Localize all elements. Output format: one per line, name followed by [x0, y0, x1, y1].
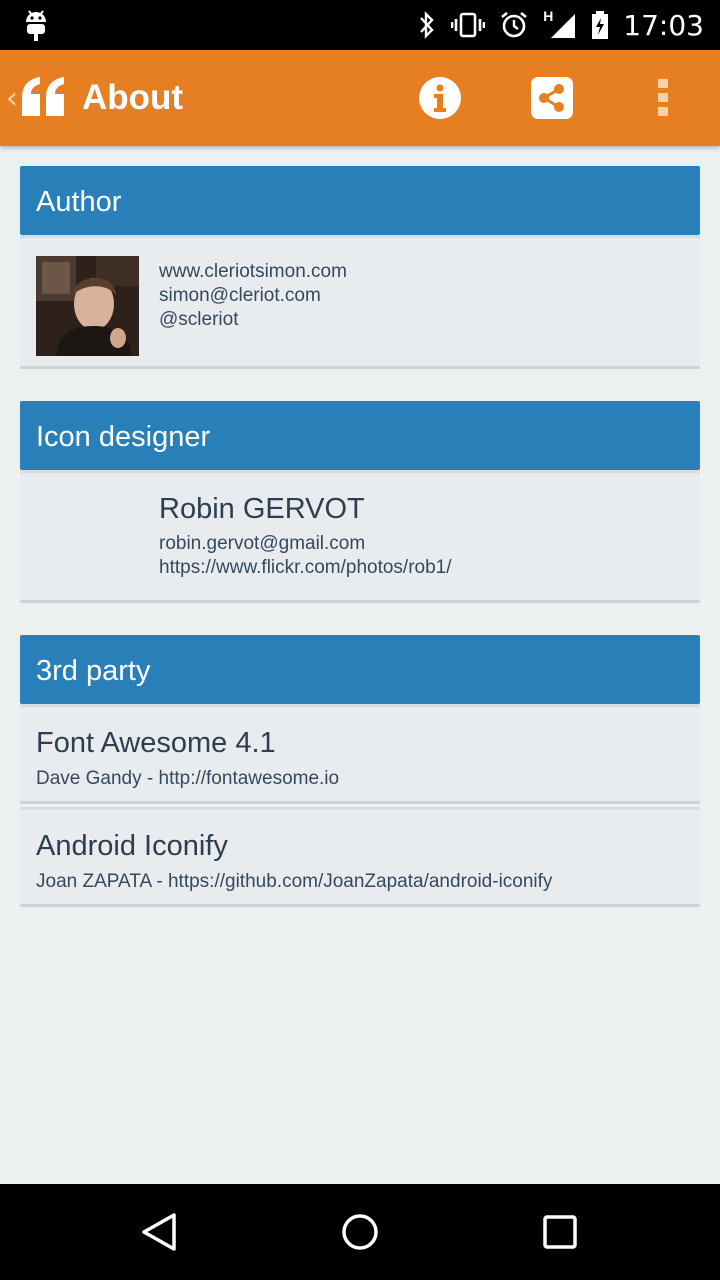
page-title: About: [82, 78, 184, 117]
author-website-link[interactable]: www.cleriotsimon.com: [159, 260, 347, 284]
third-party-section-header: 3rd party: [20, 635, 700, 704]
share-icon: [531, 77, 573, 119]
library-description: Joan ZAPATA - https://github.com/JoanZap…: [36, 871, 553, 892]
author-contact: www.cleriotsimon.com simon@cleriot.com @…: [159, 260, 347, 332]
share-button[interactable]: [531, 77, 573, 119]
library-description: Dave Gandy - http://fontawesome.io: [36, 768, 340, 789]
author-section-header: Author: [20, 166, 700, 235]
quote-left-icon: [20, 76, 68, 121]
author-avatar: [36, 256, 139, 356]
recents-icon: [543, 1215, 577, 1249]
info-button[interactable]: [419, 77, 461, 119]
icon-designer-section-header: Icon designer: [20, 401, 700, 470]
designer-flickr-link[interactable]: https://www.flickr.com/photos/rob1/: [159, 556, 452, 580]
icon-designer-card: Robin GERVOT robin.gervot@gmail.com http…: [20, 470, 700, 603]
author-card: www.cleriotsimon.com simon@cleriot.com @…: [20, 235, 700, 369]
library-item-android-iconify[interactable]: Android Iconify Joan ZAPATA - https://gi…: [20, 807, 700, 907]
library-name: Android Iconify: [36, 830, 228, 862]
home-icon: [342, 1214, 378, 1250]
overflow-menu-icon: [658, 79, 668, 116]
library-name: Font Awesome 4.1: [36, 727, 276, 759]
vibrate-icon: [451, 10, 486, 40]
recents-button[interactable]: [540, 1212, 580, 1252]
android-debug-icon: [24, 8, 48, 47]
chevron-left-icon: ‹: [6, 80, 18, 116]
alarm-icon: [499, 10, 529, 40]
up-button[interactable]: ‹: [6, 50, 68, 146]
home-button[interactable]: [340, 1212, 380, 1252]
action-bar: ‹ About: [0, 50, 720, 146]
designer-contact: robin.gervot@gmail.com https://www.flick…: [159, 532, 452, 580]
bluetooth-icon: [417, 10, 437, 40]
about-content: Author www.cleriotsimon.com simon@clerio…: [20, 166, 700, 910]
designer-email-link[interactable]: robin.gervot@gmail.com: [159, 532, 452, 556]
battery-charging-icon: [591, 10, 609, 40]
library-item-font-awesome[interactable]: Font Awesome 4.1 Dave Gandy - http://fon…: [20, 704, 700, 804]
signal-icon: H: [543, 8, 577, 40]
back-button[interactable]: [140, 1212, 180, 1252]
author-twitter-link[interactable]: @scleriot: [159, 308, 347, 332]
back-icon: [142, 1213, 176, 1251]
status-time: 17:03: [623, 8, 704, 42]
status-bar: H 17:03: [0, 0, 720, 50]
navigation-bar: [0, 1184, 720, 1280]
author-email-link[interactable]: simon@cleriot.com: [159, 284, 347, 308]
designer-name: Robin GERVOT: [159, 493, 365, 525]
overflow-menu-button[interactable]: [642, 77, 684, 119]
info-icon: [419, 77, 461, 119]
